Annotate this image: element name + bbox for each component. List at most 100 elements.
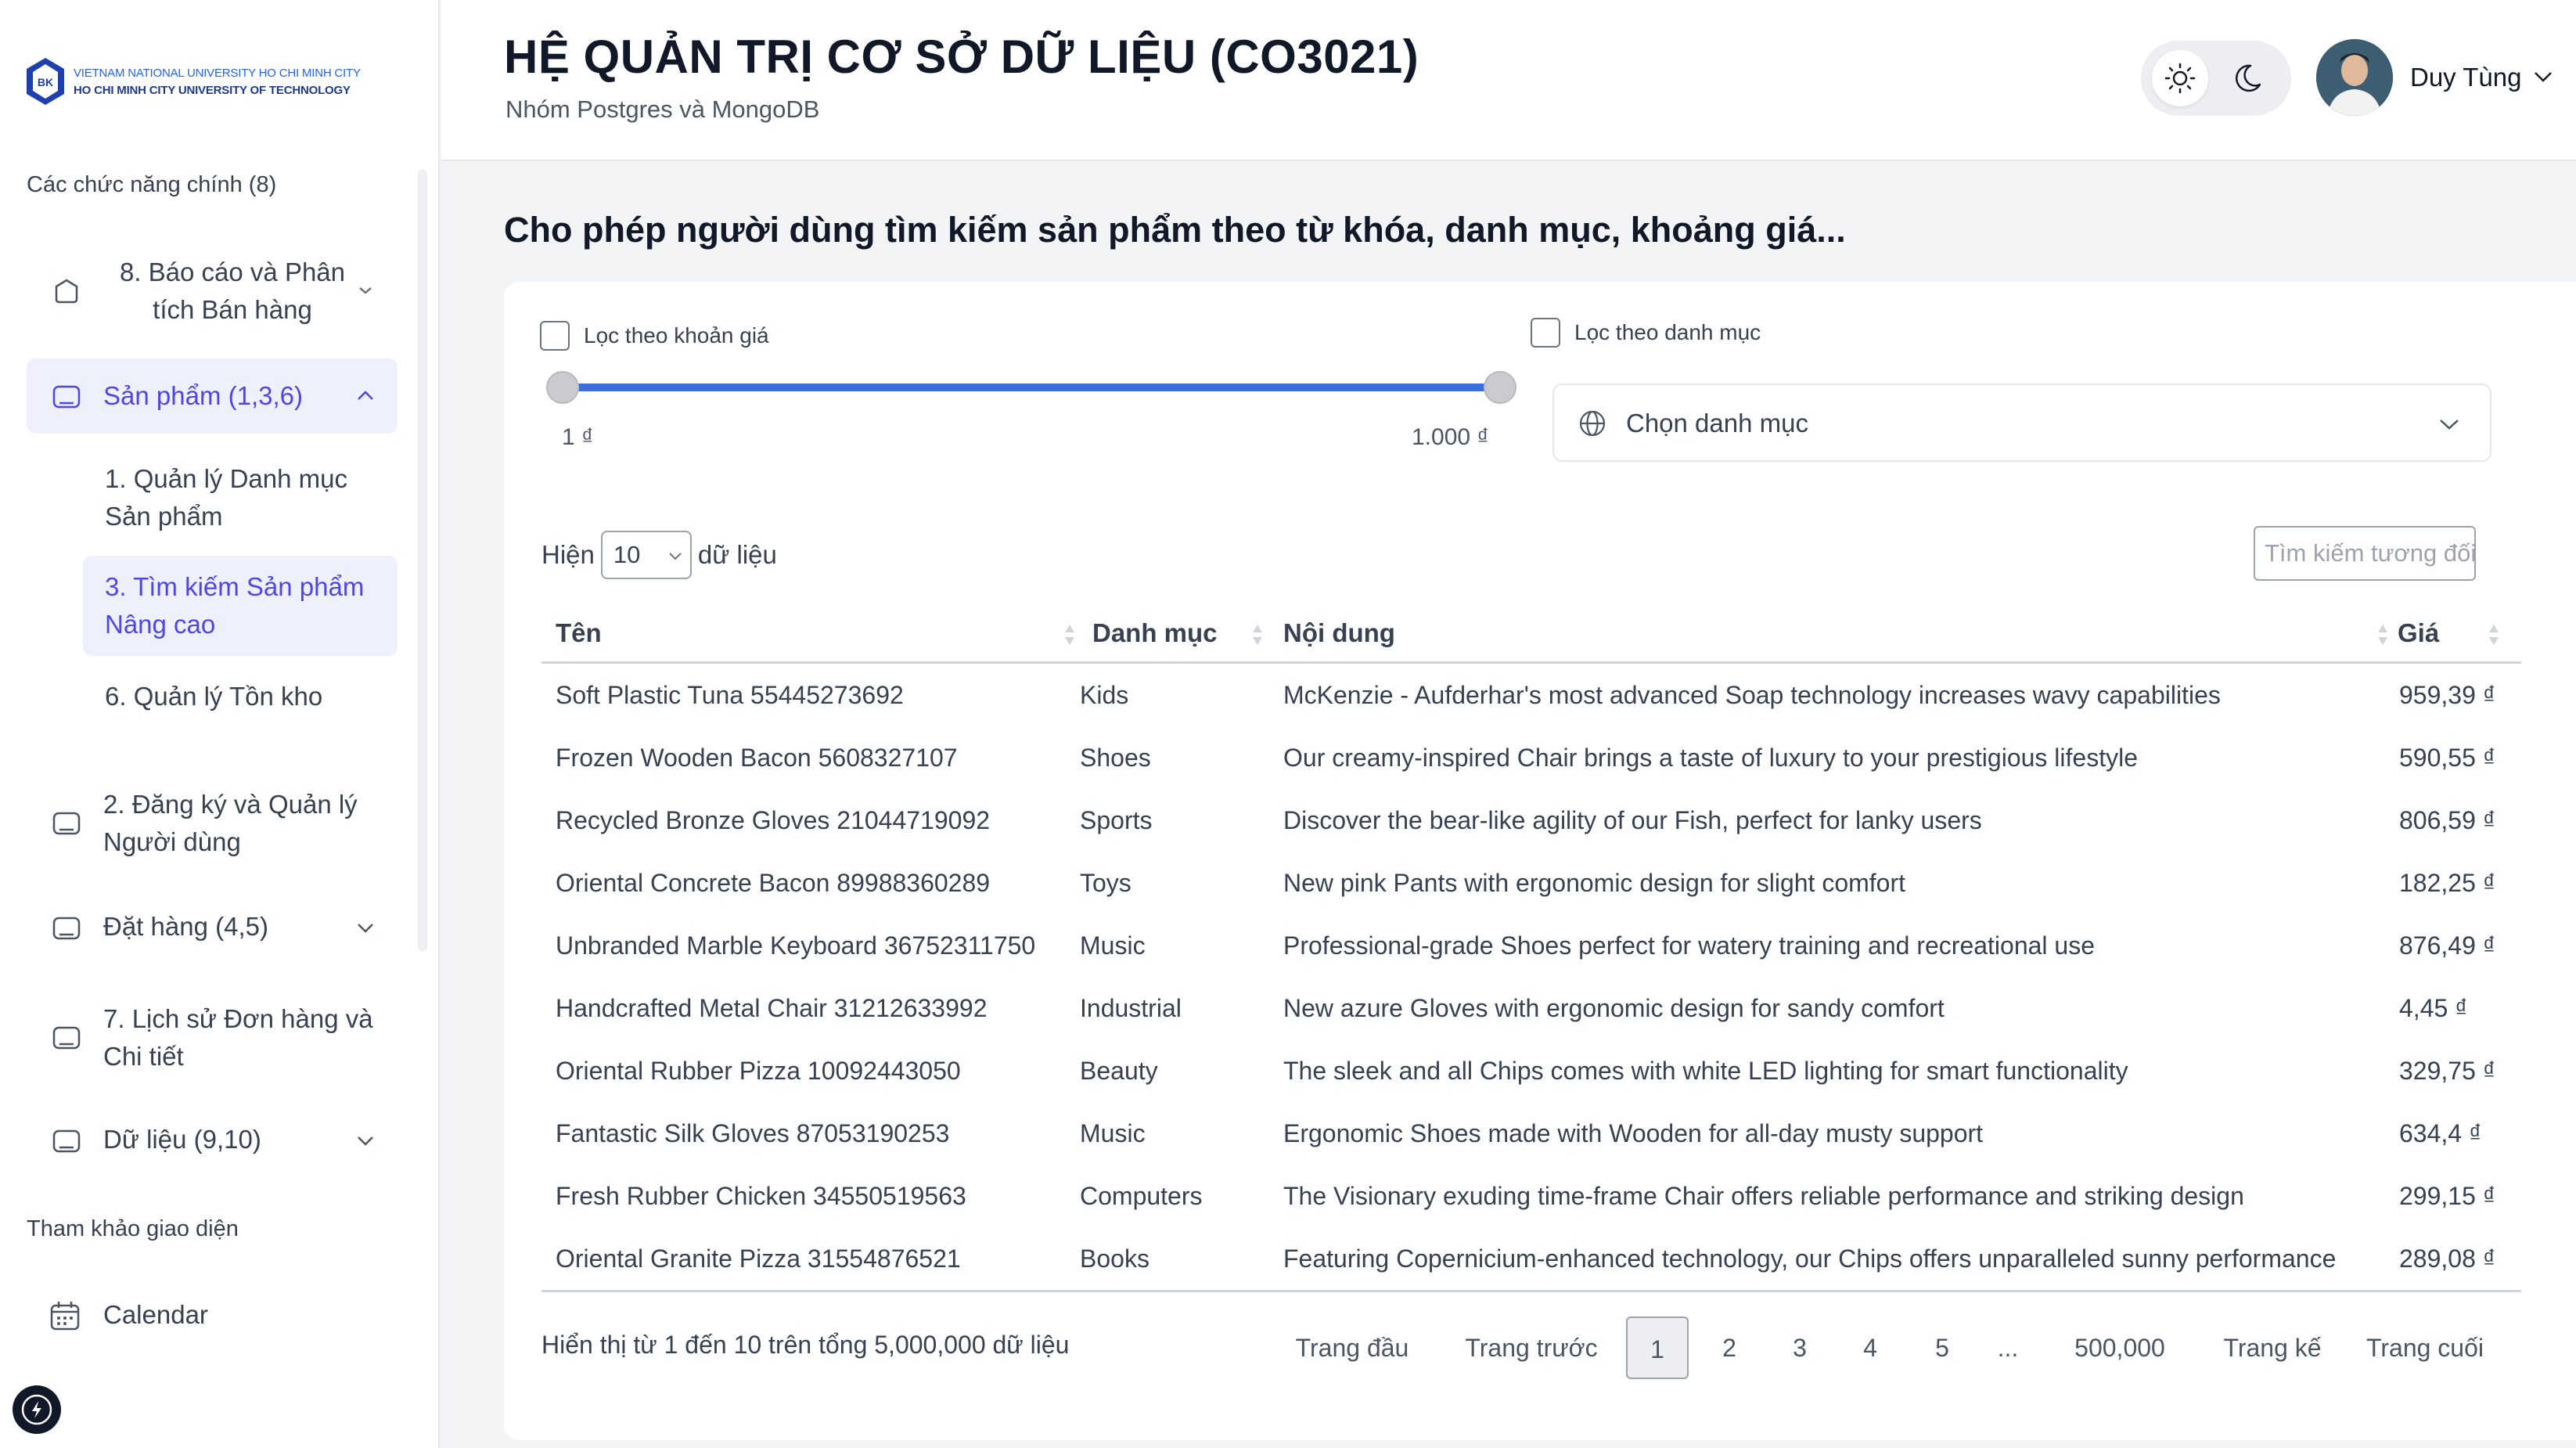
page-number-button[interactable]: 3 [1776,1317,1823,1379]
page-number-button[interactable]: 500,000 [2061,1317,2178,1379]
page-number-button[interactable]: 4 [1847,1317,1894,1379]
cell-content: McKenzie - Aufderhar's most advanced Soa… [1283,681,2221,709]
checkbox[interactable] [1531,318,1560,348]
sidebar-scrollbar[interactable] [418,169,427,952]
cell-price: 289,08 ₫ [2399,1244,2496,1273]
avatar[interactable] [2316,39,2393,116]
box-icon [52,917,81,940]
chevron-down-icon [358,924,373,933]
cell-price: 329,75 ₫ [2399,1057,2496,1085]
cell-content: New azure Gloves with ergonomic design f… [1283,994,1945,1022]
sort-icon[interactable] [2487,621,2501,648]
category-filter-checkbox[interactable]: Lọc theo danh mục [1531,318,1761,348]
column-header-name[interactable]: Tên [556,618,602,648]
table-row[interactable]: Handcrafted Metal Chair 31212633992 Indus… [541,977,2521,1039]
cell-category: Shoes [1080,744,1151,772]
section-heading: Cho phép người dùng tìm kiếm sản phẩm th… [504,210,1846,250]
top-header: HỆ QUẢN TRỊ CƠ SỞ DỮ LIỆU (CO3021) Nhóm … [441,0,2576,161]
username[interactable]: Duy Tùng [2410,63,2521,92]
sidebar-subitem-inventory[interactable]: 6. Quản lý Tồn kho [83,678,398,715]
cell-name: Fresh Rubber Chicken 34550519563 [556,1182,966,1210]
checkbox[interactable] [540,321,570,351]
box-icon [52,1026,81,1050]
table-row[interactable]: Fantastic Silk Gloves 87053190253 Music Er… [541,1102,2521,1165]
sidebar-item-label: 8. Báo cáo và Phân tích Bán hàng [119,258,346,324]
cell-name: Soft Plastic Tuna 55445273692 [556,681,904,709]
sort-icon[interactable] [1250,621,1265,648]
products-table: Tên Danh mục Nội dung Giá Soft Plastic T… [541,603,2521,1292]
price-range-track[interactable] [563,384,1502,391]
table-row[interactable]: Unbranded Marble Keyboard 36752311750 Mus… [541,914,2521,977]
light-mode-button[interactable] [2152,50,2208,106]
sidebar-item-label: 2. Đăng ký và Quản lý Người dùng [103,790,358,856]
price-filter-checkbox[interactable]: Lọc theo khoản giá [540,321,769,351]
logo-line-1: VIETNAM NATIONAL UNIVERSITY HO CHI MINH … [74,67,361,80]
sidebar-subitem-category[interactable]: 1. Quản lý Danh mục Sản phẩm [83,460,398,535]
box-icon [52,1129,81,1153]
sidebar-item-users[interactable]: 2. Đăng ký và Quản lý Người dùng [27,780,398,866]
sidebar-subitem-search[interactable]: 3. Tìm kiếm Sản phẩm Nâng cao [83,556,398,656]
sidebar-item-data[interactable]: Dữ liệu (9,10) [27,1121,398,1160]
cell-price: 806,59 ₫ [2399,806,2496,834]
sidebar-item-products[interactable]: Sản phẩm (1,3,6) [27,358,398,434]
cell-content: The sleek and all Chips comes with white… [1283,1057,2128,1085]
page-number-button[interactable]: 2 [1706,1317,1753,1379]
sidebar-item-calendar[interactable]: Calendar [27,1296,398,1335]
cell-content: Our creamy-inspired Chair brings a taste… [1283,744,2138,772]
table-row[interactable]: Oriental Concrete Bacon 89988360289 Toys N… [541,852,2521,914]
section-label-reference: Tham khảo giao diện [27,1216,239,1241]
cell-price: 4,45 ₫ [2399,994,2468,1022]
cell-category: Books [1080,1244,1149,1273]
cell-category: Industrial [1080,994,1182,1022]
bolt-icon[interactable] [13,1385,61,1434]
cell-category: Computers [1080,1182,1203,1210]
university-logo[interactable]: BK VIETNAM NATIONAL UNIVERSITY HO CHI MI… [25,56,361,108]
page-number-button[interactable]: 1 [1626,1317,1689,1379]
column-header-content[interactable]: Nội dung [1283,618,1395,648]
table-row[interactable]: Recycled Bronze Gloves 21044719092 Sports… [541,789,2521,852]
sidebar-item-reports[interactable]: 8. Báo cáo và Phân tích Bán hàng [27,247,398,333]
price-min-handle[interactable] [546,371,579,404]
chevron-down-icon [2440,420,2459,430]
cell-content: Professional-grade Shoes perfect for wat… [1283,931,2096,960]
cell-name: Unbranded Marble Keyboard 36752311750 [556,931,1036,960]
box-icon [52,812,81,835]
cell-price: 876,49 ₫ [2399,931,2496,960]
table-header: Tên Danh mục Nội dung Giá [541,603,2521,664]
page-number-button[interactable]: 5 [1919,1317,1966,1379]
cell-category: Music [1080,931,1146,960]
calendar-icon [50,1302,80,1331]
chevron-down-icon[interactable] [2531,64,2556,89]
sort-icon[interactable] [2376,621,2390,648]
dark-mode-button[interactable] [2225,50,2282,106]
column-header-price[interactable]: Giá [2398,618,2439,648]
cell-category: Music [1080,1119,1146,1147]
table-row[interactable]: Oriental Rubber Pizza 10092443050 Beauty T… [541,1039,2521,1102]
search-card: Lọc theo khoản giá 1 ₫ 1.000 ₫ Lọc theo … [504,282,2576,1440]
table-row[interactable]: Fresh Rubber Chicken 34550519563 Computer… [541,1165,2521,1227]
column-header-category[interactable]: Danh mục [1092,618,1218,648]
logo-line-2: HO CHI MINH CITY UNIVERSITY OF TECHNOLOG… [74,84,351,97]
price-max-handle[interactable] [1484,371,1516,404]
table-row[interactable]: Frozen Wooden Bacon 5608327107 Shoes Our c… [541,726,2521,789]
sort-icon[interactable] [1063,621,1077,648]
table-row[interactable]: Oriental Granite Pizza 31554876521 Books F… [541,1227,2521,1290]
theme-toggle[interactable] [2141,41,2291,116]
show-suffix: dữ liệu [697,540,777,569]
page-title: HỆ QUẢN TRỊ CƠ SỞ DỮ LIỆU (CO3021) [504,31,1419,83]
page-first-button[interactable]: Trang đầu [1290,1317,1415,1379]
page-next-button[interactable]: Trang kế [2210,1317,2335,1379]
page-subtitle: Nhóm Postgres và MongoDB [505,95,820,123]
relative-search-input[interactable]: Tìm kiếm tương đối th [2254,526,2476,581]
page-last-button[interactable]: Trang cuối [2358,1317,2491,1379]
page-size-select[interactable]: 10 [600,531,692,579]
cell-content: Ergonomic Shoes made with Wooden for all… [1283,1119,1984,1147]
page-prev-button[interactable]: Trang trước [1457,1317,1606,1379]
sidebar-item-label: 7. Lịch sử Đơn hàng và Chi tiết [103,1004,373,1071]
show-prefix: Hiện [541,540,595,569]
table-row[interactable]: Soft Plastic Tuna 55445273692 Kids McKenzi… [541,664,2521,726]
sidebar-item-order-history[interactable]: 7. Lịch sử Đơn hàng và Chi tiết [27,994,398,1080]
category-select[interactable]: Chọn danh mục [1552,384,2491,462]
sidebar-item-orders[interactable]: Đặt hàng (4,5) [27,908,398,947]
cell-price: 299,15 ₫ [2399,1182,2496,1210]
